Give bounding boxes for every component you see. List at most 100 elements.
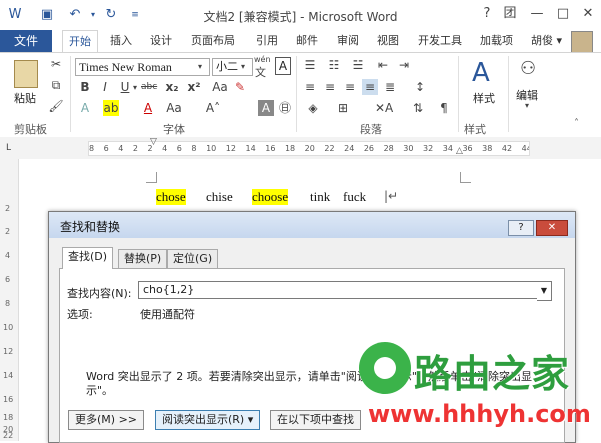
- align-center-icon[interactable]: ≡: [322, 79, 338, 95]
- bold-icon[interactable]: B: [77, 79, 93, 95]
- tab-file[interactable]: 文件: [0, 30, 52, 52]
- character-shading-icon[interactable]: A: [258, 100, 274, 116]
- find-what-input[interactable]: cho{1,2}: [138, 281, 544, 299]
- tab-design[interactable]: 设计: [144, 30, 178, 52]
- close-window-button[interactable]: ✕: [578, 5, 598, 23]
- numbering-icon[interactable]: ☷: [326, 57, 342, 73]
- styles-icon[interactable]: A: [472, 58, 490, 88]
- tab-find[interactable]: 查找(D): [62, 247, 114, 269]
- tab-add-ins[interactable]: 加载项: [474, 30, 519, 52]
- first-line-indent-marker-icon[interactable]: ▽: [150, 137, 157, 147]
- minimize-button[interactable]: —: [527, 5, 547, 23]
- tab-replace[interactable]: 替换(P): [118, 249, 168, 268]
- document-word[interactable]: choose: [252, 189, 289, 205]
- clear-formatting-icon[interactable]: ✎: [232, 79, 248, 95]
- dialog-title-bar[interactable]: [49, 212, 575, 238]
- tab-review[interactable]: 审阅: [331, 30, 365, 52]
- font-name-combobox[interactable]: Times New Roman: [75, 58, 210, 76]
- italic-icon[interactable]: I: [97, 79, 113, 95]
- user-account[interactable]: 胡俊 ▾: [531, 30, 562, 52]
- document-word[interactable]: chise: [206, 189, 233, 205]
- collapse-ribbon-icon[interactable]: ˄: [574, 118, 579, 129]
- vruler-tick: 4: [5, 251, 11, 260]
- reading-highlight-button[interactable]: 阅读突出显示(R) ▾: [155, 410, 261, 430]
- align-right-icon[interactable]: ≡: [342, 79, 358, 95]
- cut-icon[interactable]: ✂: [48, 56, 64, 72]
- strikethrough-icon[interactable]: abc: [141, 79, 157, 95]
- tab-insert[interactable]: 插入: [104, 30, 138, 52]
- phonetic-guide-label[interactable]: wén: [254, 55, 271, 64]
- tab-mailings[interactable]: 邮件: [290, 30, 324, 52]
- distributed-icon[interactable]: ≣: [382, 79, 398, 95]
- find-what-label: 查找内容(N):: [67, 287, 132, 300]
- vruler-tick: 8: [5, 299, 11, 308]
- dialog-help-button[interactable]: ?: [508, 220, 534, 236]
- watermark-logo-inner: [374, 357, 396, 379]
- tab-developer[interactable]: 开发工具: [412, 30, 468, 52]
- highlight-icon[interactable]: ab: [103, 100, 119, 116]
- tab-page-layout[interactable]: 页面布局: [185, 30, 241, 52]
- document-word[interactable]: tink: [310, 189, 330, 205]
- increase-indent-icon[interactable]: ⇥: [396, 57, 412, 73]
- paste-button-label[interactable]: 粘贴: [14, 90, 36, 106]
- align-left-icon[interactable]: ≡: [302, 79, 318, 95]
- ribbon-display-options-button[interactable]: 团: [500, 5, 520, 23]
- character-border-icon[interactable]: A: [275, 57, 291, 75]
- font-name-dropdown-icon[interactable]: ▾: [198, 62, 202, 71]
- decrease-indent-icon[interactable]: ⇤: [375, 57, 391, 73]
- editing-dropdown-icon[interactable]: ▾: [525, 101, 529, 110]
- tab-goto[interactable]: 定位(G): [167, 249, 219, 268]
- styles-button-label[interactable]: 样式: [473, 90, 495, 106]
- group-separator: [458, 56, 459, 132]
- text-effects-icon[interactable]: A: [77, 100, 93, 116]
- tab-home[interactable]: 开始: [62, 30, 98, 53]
- phonetic-guide-icon[interactable]: 文: [255, 64, 266, 80]
- superscript-icon[interactable]: x²: [186, 79, 202, 95]
- group-label-font: 字体: [163, 123, 185, 136]
- vruler-tick: 6: [5, 275, 11, 284]
- more-button[interactable]: 更多(M) >>: [68, 410, 145, 430]
- format-painter-icon[interactable]: 🖌: [48, 98, 64, 114]
- bullets-icon[interactable]: ☰: [302, 57, 318, 73]
- find-in-button[interactable]: 在以下项中查找: [270, 410, 361, 430]
- asian-layout-icon[interactable]: ✕A: [375, 100, 393, 116]
- grow-font-icon[interactable]: A˄: [205, 100, 221, 116]
- vruler-tick: 16: [3, 395, 14, 404]
- justify-icon[interactable]: ≡: [362, 79, 378, 95]
- document-word[interactable]: chose: [156, 189, 186, 205]
- dialog-close-button[interactable]: ✕: [536, 220, 568, 236]
- group-separator: [508, 56, 509, 132]
- shading-icon[interactable]: ◈: [305, 100, 321, 116]
- find-binoculars-icon[interactable]: ⚇: [520, 58, 536, 79]
- maximize-button[interactable]: □: [553, 5, 573, 23]
- borders-icon[interactable]: ⊞: [335, 100, 351, 116]
- vruler-tick: 22: [3, 431, 14, 440]
- avatar[interactable]: [571, 31, 593, 53]
- paste-icon[interactable]: [14, 60, 38, 88]
- document-word[interactable]: fuck: [343, 189, 366, 205]
- underline-icon[interactable]: U: [117, 79, 133, 95]
- find-history-dropdown-icon[interactable]: ▼: [537, 281, 552, 301]
- line-spacing-icon[interactable]: ↕: [412, 79, 428, 95]
- vruler-tick: 2: [5, 204, 11, 213]
- font-size-combobox[interactable]: 小二: [212, 58, 253, 76]
- margin-corner-mark: [146, 172, 157, 183]
- font-size-dropdown-icon[interactable]: ▾: [241, 62, 245, 71]
- copy-icon[interactable]: ⧉: [48, 77, 64, 93]
- subscript-icon[interactable]: x₂: [164, 79, 180, 95]
- multilevel-list-icon[interactable]: ☱: [350, 57, 366, 73]
- tab-references[interactable]: 引用: [250, 30, 284, 52]
- font-color-icon[interactable]: A: [140, 100, 156, 116]
- underline-dropdown-icon[interactable]: ▾: [133, 83, 137, 92]
- show-hide-marks-icon[interactable]: ¶: [436, 100, 452, 116]
- enclose-characters-icon[interactable]: ㊐: [277, 100, 293, 116]
- group-separator: [70, 56, 71, 132]
- tab-selector-icon[interactable]: L: [6, 143, 11, 153]
- right-indent-marker-icon[interactable]: △: [456, 146, 463, 156]
- sort-icon[interactable]: ⇅: [410, 100, 426, 116]
- change-case-2-icon[interactable]: Aa: [166, 100, 182, 116]
- change-case-icon[interactable]: Aa: [212, 79, 228, 95]
- tab-view[interactable]: 视图: [371, 30, 405, 52]
- help-button[interactable]: ?: [477, 5, 497, 23]
- vertical-ruler[interactable]: 2 2 4 6 8 10 12 14 16 18 20 22: [0, 159, 19, 441]
